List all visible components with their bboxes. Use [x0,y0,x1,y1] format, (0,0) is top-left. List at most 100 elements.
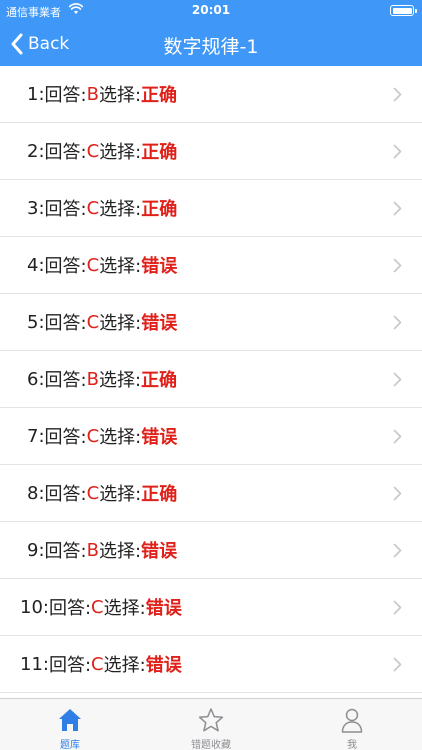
answer-label: 回答: [44,313,87,334]
list-item[interactable]: 8: 回答: C 选择: 正确 [0,465,422,522]
home-icon [59,709,81,731]
list-item[interactable]: 7: 回答: C 选择: 错误 [0,408,422,465]
row-text: 1: 回答: B 选择: 正确 [27,66,177,122]
answer-value: C [86,197,100,219]
chevron-right-icon [393,429,402,444]
answer-value: C [86,254,100,276]
result-value: 错误 [145,655,182,676]
row-number: 9: [27,539,45,561]
result-value: 错误 [141,313,178,334]
tab-label: 错题收藏 [191,740,231,750]
list-item[interactable]: 6: 回答: B 选择: 正确 [0,351,422,408]
row-text: 11: 回答: C 选择: 错误 [20,636,182,692]
list-item[interactable]: 10: 回答: C 选择: 错误 [0,579,422,636]
answer-label: 回答: [44,256,87,277]
answer-value: C [86,311,100,333]
battery-icon [390,5,417,16]
answer-label: 回答: [44,541,87,562]
chevron-right-icon [393,144,402,159]
row-text: 5: 回答: C 选择: 错误 [27,294,177,350]
answer-label: 回答: [44,199,87,220]
answer-label: 回答: [44,85,87,106]
answer-list: 1: 回答: B 选择: 正确 2: 回答: C 选择: 正确 3: 回答: C 选择: 正… [0,66,422,698]
answer-value: C [91,596,104,618]
row-text: 6: 回答: B 选择: 正确 [27,351,177,407]
star-icon [198,708,224,732]
choice-label: 选择: [103,655,146,676]
choice-label: 选择: [99,313,142,334]
answer-label: 回答: [48,598,92,619]
row-number: 8: [27,482,45,504]
result-value: 错误 [145,598,182,619]
result-value: 正确 [141,199,178,220]
answer-value: B [86,83,99,105]
result-value: 正确 [141,370,178,391]
answer-label: 回答: [48,655,92,676]
chevron-right-icon [393,600,402,615]
status-bar: 通信事業者 20:01 [0,0,422,22]
answer-value: C [86,482,100,504]
answer-value: B [86,368,99,390]
tab-wrong-favorites[interactable]: 错题收藏 [141,699,281,750]
chevron-right-icon [393,201,402,216]
answer-label: 回答: [44,484,87,505]
list-item[interactable]: 11: 回答: C 选择: 错误 [0,636,422,693]
choice-label: 选择: [99,427,142,448]
result-value: 正确 [141,85,178,106]
row-text: 8: 回答: C 选择: 正确 [27,465,177,521]
answer-value: B [86,539,99,561]
row-number: 1: [27,83,45,105]
result-value: 正确 [141,484,178,505]
answer-label: 回答: [44,427,87,448]
list-item[interactable]: 2: 回答: C 选择: 正确 [0,123,422,180]
row-number: 4: [27,254,45,276]
result-value: 错误 [141,427,178,448]
chevron-right-icon [393,372,402,387]
answer-label: 回答: [44,142,87,163]
choice-label: 选择: [99,256,142,277]
choice-label: 选择: [99,484,142,505]
list-item[interactable]: 4: 回答: C 选择: 错误 [0,237,422,294]
row-number: 2: [27,140,45,162]
list-item[interactable]: 1: 回答: B 选择: 正确 [0,66,422,123]
row-number: 11: [20,653,49,675]
answer-value: C [86,140,100,162]
answer-value: C [86,425,100,447]
tab-label: 题库 [60,740,80,750]
page-title: 数字规律-1 [163,36,259,58]
row-number: 7: [27,425,45,447]
result-value: 错误 [141,541,178,562]
row-text: 10: 回答: C 选择: 错误 [20,579,182,635]
navigation-bar: Back 数字规律-1 [0,22,422,66]
top-bar: 通信事業者 20:01 Back 数字规律-1 [0,0,422,66]
choice-label: 选择: [98,541,142,562]
chevron-right-icon [393,657,402,672]
row-number: 6: [27,368,45,390]
choice-label: 选择: [103,598,146,619]
choice-label: 选择: [98,85,142,106]
row-number: 10: [20,596,49,618]
result-value: 错误 [141,256,178,277]
chevron-right-icon [393,486,402,501]
row-text: 7: 回答: C 选择: 错误 [27,408,177,464]
row-number: 3: [27,197,45,219]
row-text: 9: 回答: B 选择: 错误 [27,522,177,578]
choice-label: 选择: [99,142,142,163]
result-value: 正确 [141,142,178,163]
row-number: 5: [27,311,45,333]
list-item[interactable]: 9: 回答: B 选择: 错误 [0,522,422,579]
list-item[interactable]: 3: 回答: C 选择: 正确 [0,180,422,237]
choice-label: 选择: [98,370,142,391]
choice-label: 选择: [99,199,142,220]
answer-label: 回答: [44,370,87,391]
tab-me[interactable]: 我 [282,699,422,750]
status-time: 20:01 [191,3,231,17]
person-icon [341,708,363,733]
chevron-right-icon [393,315,402,330]
answer-value: C [91,653,104,675]
tab-question-bank[interactable]: 题库 [0,699,140,750]
list-item[interactable]: 5: 回答: C 选择: 错误 [0,294,422,351]
tab-label: 我 [347,740,357,750]
chevron-right-icon [393,258,402,273]
chevron-right-icon [393,87,402,102]
